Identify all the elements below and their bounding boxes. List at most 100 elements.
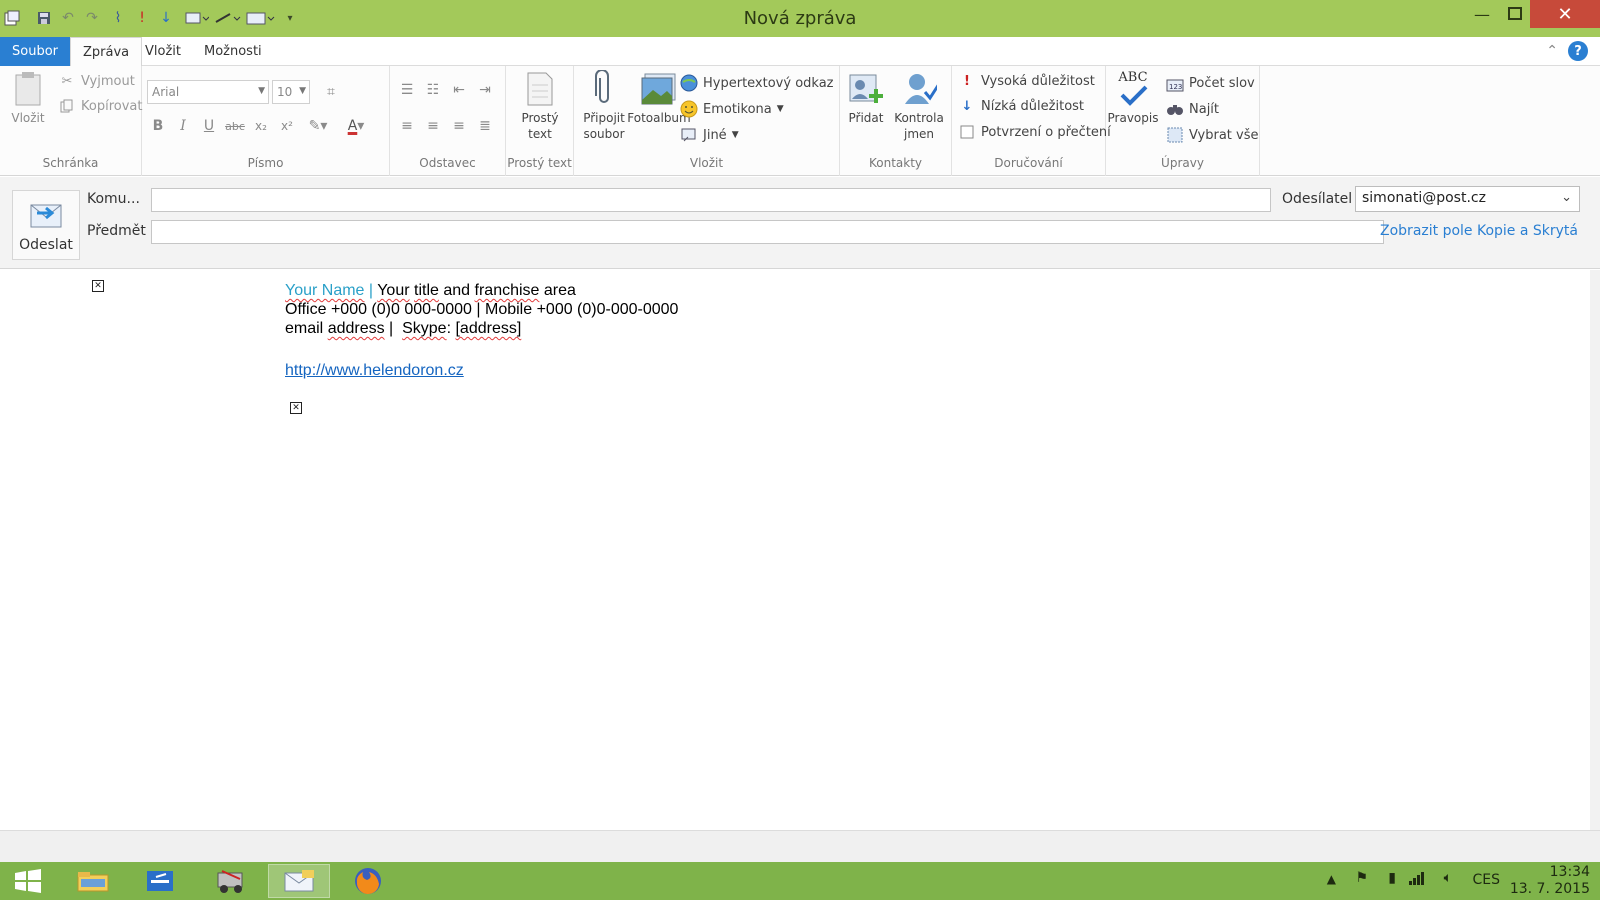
- find-button[interactable]: Najít: [1166, 100, 1219, 118]
- subject-label: Předmět: [87, 223, 146, 239]
- exclamation-icon: !: [964, 73, 970, 89]
- word-count-label: Počet slov: [1189, 75, 1255, 91]
- bullet-list-icon[interactable]: ☷: [422, 80, 444, 100]
- file-explorer-icon[interactable]: [62, 864, 124, 898]
- group-label-contacts: Kontakty: [868, 156, 923, 170]
- check-names-icon: [901, 70, 937, 108]
- copy-button[interactable]: Kopírovat: [58, 97, 142, 115]
- strikethrough-icon[interactable]: abc: [224, 116, 246, 136]
- tab-soubor[interactable]: Soubor: [0, 37, 70, 66]
- app-icon[interactable]: [132, 864, 188, 898]
- high-importance-button[interactable]: ! Vysoká důležitost: [958, 72, 1095, 90]
- message-body[interactable]: ✕ Your Name | Your title and franchise a…: [0, 270, 1590, 830]
- other-insert-button[interactable]: Jiné ▼: [680, 126, 739, 144]
- high-importance-label: Vysoká důležitost: [981, 73, 1095, 89]
- minimize-icon[interactable]: —: [1466, 0, 1498, 28]
- paste-label: Vložit: [11, 111, 45, 125]
- format-painter-icon[interactable]: ⌗: [320, 82, 342, 102]
- clock[interactable]: 13:34 13. 7. 2015: [1510, 864, 1590, 898]
- superscript-icon[interactable]: x²: [276, 116, 298, 136]
- checkbox-icon: [958, 123, 976, 141]
- copy-icon: [58, 97, 76, 115]
- select-all-label: Vybrat vše: [1189, 127, 1259, 143]
- document-icon: [522, 70, 558, 108]
- photo-album-icon: [641, 70, 677, 108]
- select-all-button[interactable]: Vybrat vše: [1166, 126, 1259, 144]
- app-icon[interactable]: [200, 864, 260, 898]
- subject-field[interactable]: [151, 220, 1384, 244]
- show-cc-bcc-link[interactable]: Zobrazit pole Kopie a Skrytá: [1380, 223, 1578, 239]
- align-left-icon[interactable]: ≡: [396, 116, 418, 136]
- chevron-down-icon: ⌄: [1561, 190, 1572, 205]
- send-button[interactable]: Odeslat: [12, 190, 80, 260]
- signature-title-word: area: [543, 282, 576, 299]
- hyperlink-button[interactable]: Hypertextový odkaz: [680, 74, 834, 92]
- font-size-combo[interactable]: 10 ▼: [272, 80, 310, 104]
- tab-moznosti[interactable]: Možnosti: [192, 37, 274, 66]
- align-center-icon[interactable]: ≡: [422, 116, 444, 136]
- bold-icon[interactable]: B: [147, 116, 169, 136]
- maximize-icon[interactable]: [1500, 0, 1530, 28]
- signature-email-word: email: [285, 320, 324, 337]
- cut-button[interactable]: ✂ Vyjmout: [58, 72, 135, 90]
- word-count-icon: 123: [1166, 74, 1184, 92]
- subscript-icon[interactable]: x₂: [250, 116, 272, 136]
- tab-zprava[interactable]: Zpráva: [70, 37, 143, 67]
- group-delivery: ! Vysoká důležitost ↓ Nízká důležitost P…: [952, 66, 1111, 176]
- sender-select[interactable]: simonati@post.cz ⌄: [1355, 186, 1580, 212]
- status-bar: [0, 830, 1600, 862]
- group-contacts: Přidat Kontrola jmen Kontakty: [840, 66, 952, 176]
- font-color-icon[interactable]: A ▾: [340, 116, 372, 136]
- read-receipt-checkbox[interactable]: Potvrzení o přečtení: [958, 123, 1111, 141]
- windows-start-icon[interactable]: [10, 864, 46, 898]
- signature-url-link[interactable]: http://www.helendoron.cz: [285, 362, 464, 379]
- numbered-list-icon[interactable]: ☰: [396, 80, 418, 100]
- align-right-icon[interactable]: ≡: [448, 116, 470, 136]
- check-names-button[interactable]: Kontrola jmen: [890, 70, 948, 142]
- show-hidden-icons-icon[interactable]: ▲: [1327, 872, 1336, 886]
- broken-image-icon: ✕: [92, 280, 104, 292]
- to-button[interactable]: Komu...: [87, 191, 140, 207]
- low-importance-button[interactable]: ↓ Nízká důležitost: [958, 97, 1084, 115]
- justify-icon[interactable]: ≣: [474, 116, 496, 136]
- signature-separator: |: [364, 282, 378, 299]
- battery-icon[interactable]: ▮: [1388, 870, 1396, 886]
- volume-icon[interactable]: 🔈︎: [1444, 870, 1452, 886]
- sender-label: Odesílatel: [1282, 191, 1353, 207]
- signature-skype-value: [address]: [455, 320, 522, 337]
- decrease-indent-icon[interactable]: ⇤: [448, 80, 470, 100]
- copy-label: Kopírovat: [81, 98, 143, 114]
- highlight-icon[interactable]: ✎▾: [302, 116, 334, 136]
- word-count-button[interactable]: 123 Počet slov: [1166, 74, 1255, 92]
- plain-text-label-2: text: [528, 127, 552, 141]
- add-contact-button[interactable]: Přidat: [844, 70, 888, 126]
- help-icon[interactable]: ?: [1568, 41, 1588, 61]
- firefox-icon[interactable]: [338, 864, 398, 898]
- font-family-combo[interactable]: Arial ▼: [147, 80, 269, 104]
- group-plain-text: Prostý text Prostý text: [506, 66, 574, 176]
- italic-icon[interactable]: I: [172, 116, 194, 136]
- spelling-button[interactable]: ABC Pravopis: [1108, 70, 1159, 126]
- flag-icon[interactable]: ⚑: [1355, 870, 1368, 886]
- group-font: Arial ▼ 10 ▼ ⌗ B I U abc x₂ x² ✎▾ A ▾ Pís…: [142, 66, 390, 176]
- select-all-icon: [1166, 126, 1184, 144]
- vertical-scrollbar[interactable]: [1590, 270, 1600, 830]
- plain-text-button[interactable]: Prostý text: [514, 70, 566, 142]
- underline-icon[interactable]: U: [198, 116, 220, 136]
- chevron-down-icon: ▼: [258, 86, 265, 96]
- font-size-value: 10: [277, 85, 293, 99]
- paste-button[interactable]: Vložit: [8, 70, 48, 126]
- attach-file-button[interactable]: Připojit soubor: [578, 70, 630, 142]
- collapse-ribbon-icon[interactable]: ⌃: [1546, 43, 1558, 59]
- group-paragraph: ☰ ☷ ⇤ ⇥ ≡ ≡ ≡ ≣ Odstavec: [390, 66, 506, 176]
- chevron-down-icon: ▼: [731, 130, 739, 140]
- mail-app-icon[interactable]: [268, 864, 330, 898]
- to-field[interactable]: [151, 188, 1271, 212]
- emoticon-label: Emotikona: [703, 101, 772, 117]
- network-icon[interactable]: [1408, 870, 1424, 890]
- tab-vlozit[interactable]: Vložit: [133, 37, 193, 66]
- close-icon[interactable]: ✕: [1530, 0, 1600, 28]
- emoticon-button[interactable]: Emotikona ▼: [680, 100, 784, 118]
- language-indicator[interactable]: CES: [1472, 872, 1500, 888]
- increase-indent-icon[interactable]: ⇥: [474, 80, 496, 100]
